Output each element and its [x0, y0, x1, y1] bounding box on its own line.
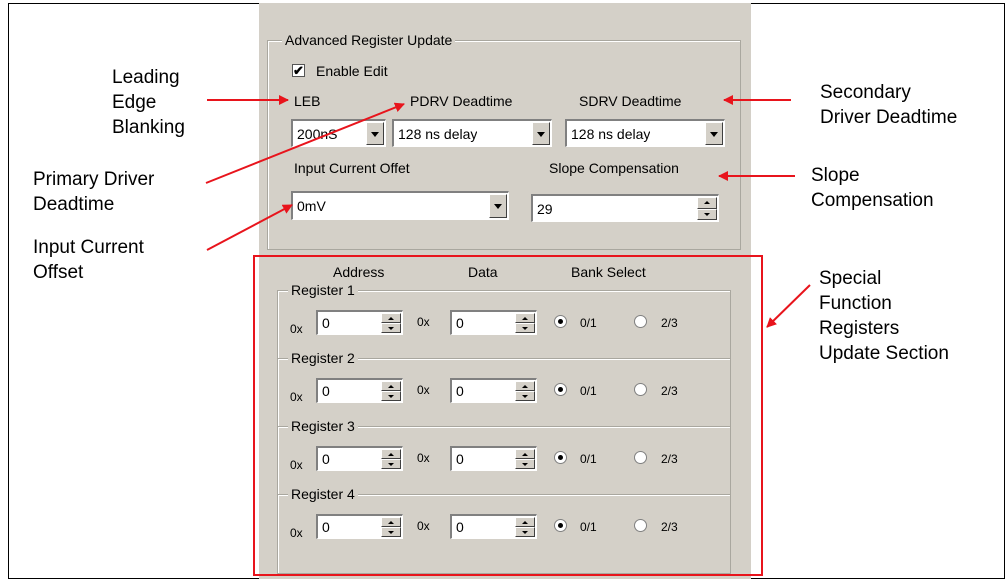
- annotation-arrows: [205, 95, 811, 328]
- arrow-sfr: [766, 284, 811, 328]
- arrow-primary-driver: [205, 102, 405, 184]
- arrow-input-current: [206, 204, 293, 251]
